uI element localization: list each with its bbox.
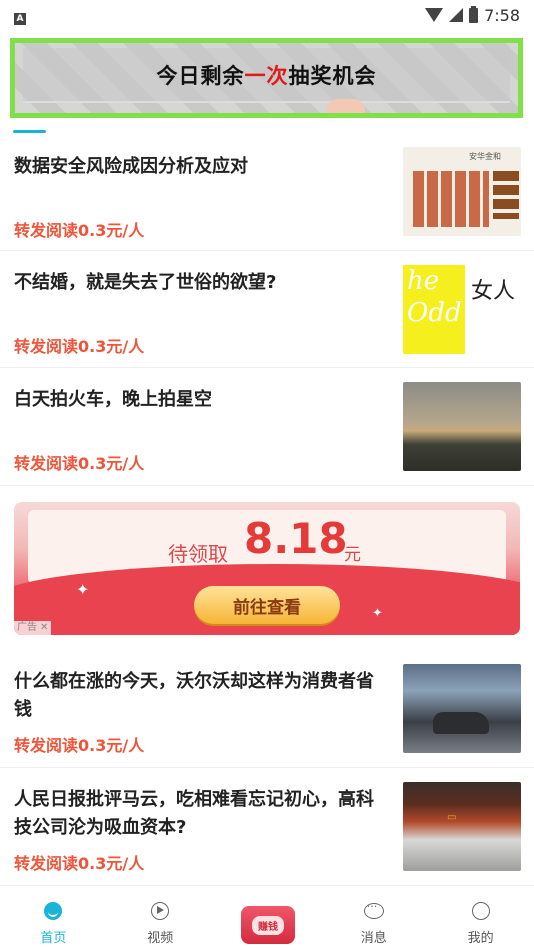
lottery-banner[interactable]: 今日剩余一次抽奖机会: [10, 38, 523, 118]
article-title: 不结婚，就是失去了世俗的欲望?: [14, 272, 277, 293]
nav-me-label: 我的: [467, 931, 494, 946]
thumbnail-header: 安华金和: [469, 152, 501, 161]
tab-indicator: [13, 130, 46, 133]
red-packet-ad[interactable]: 待领取 8.18 元 前往查看 ✦ ✦ 广告 ✕: [14, 502, 520, 635]
nav-home[interactable]: 首页: [0, 886, 107, 950]
article-item[interactable]: 不结婚，就是失去了世俗的欲望? 转发阅读0.3元/人 he Odd 女人: [0, 251, 534, 368]
sparkle-icon: ✦: [76, 580, 90, 599]
ad-amount-label: 待领取: [168, 542, 228, 566]
article-thumbnail: [403, 664, 521, 753]
hand-icon: [327, 99, 365, 113]
status-time: 7:58: [484, 5, 520, 25]
play-icon: [151, 902, 170, 920]
article-thumbnail: 安华金和: [403, 147, 521, 236]
article-reward: 转发阅读0.3元/人: [14, 854, 145, 873]
article-reward: 转发阅读0.3元/人: [14, 337, 145, 356]
nav-video[interactable]: 视频: [107, 886, 214, 950]
article-item[interactable]: 白天拍火车，晚上拍星空 转发阅读0.3元/人: [0, 368, 534, 486]
chat-bubble-icon: [363, 900, 384, 919]
article-item[interactable]: 什么都在涨的今天，沃尔沃却这样为消费者省钱 转发阅读0.3元/人: [0, 650, 534, 768]
article-thumbnail: he Odd 女人: [403, 265, 521, 354]
article-thumbnail: [403, 382, 521, 471]
ad-badge[interactable]: 广告 ✕: [14, 621, 52, 635]
wifi-icon: [425, 8, 444, 22]
ad-unit: 元: [344, 545, 361, 565]
nav-messages[interactable]: 消息: [320, 886, 427, 950]
ad-amount: 8.18: [244, 514, 348, 563]
earn-label: 赚钱: [252, 915, 284, 935]
view-now-button[interactable]: 前往查看: [194, 586, 340, 624]
profile-icon: [471, 902, 490, 920]
signal-icon: [449, 8, 464, 22]
home-icon: [44, 902, 63, 920]
status-bar: A 7:58: [0, 0, 534, 30]
nav-me[interactable]: 我的: [427, 886, 534, 950]
nav-messages-label: 消息: [360, 931, 387, 946]
nav-home-label: 首页: [40, 931, 67, 946]
article-reward: 转发阅读0.3元/人: [14, 221, 145, 240]
article-reward: 转发阅读0.3元/人: [14, 736, 145, 755]
article-title: 数据安全风险成因分析及应对: [14, 156, 248, 177]
article-item[interactable]: 人民日报批评马云，吃相难看忘记初心，高科技公司沦为吸血资本? 转发阅读0.3元/…: [0, 768, 534, 885]
nav-video-label: 视频: [147, 931, 174, 946]
article-thumbnail: ▭: [403, 782, 521, 871]
ad-close-icon[interactable]: ✕: [40, 621, 48, 635]
battery-icon: [469, 5, 479, 23]
banner-text: 今日剩余一次抽奖机会: [156, 63, 377, 88]
sparkle-icon: ✦: [372, 606, 383, 621]
earn-button[interactable]: 赚钱: [241, 906, 295, 944]
notification-icon: A: [14, 12, 26, 25]
article-item[interactable]: 数据安全风险成因分析及应对 转发阅读0.3元/人 安华金和: [0, 135, 534, 251]
article-reward: 转发阅读0.3元/人: [14, 454, 145, 473]
article-title: 什么都在涨的今天，沃尔沃却这样为消费者省钱: [14, 671, 374, 720]
article-title: 人民日报批评马云，吃相难看忘记初心，高科技公司沦为吸血资本?: [14, 789, 374, 838]
banner-highlight: 一次: [244, 63, 289, 88]
article-title: 白天拍火车，晚上拍星空: [14, 389, 212, 410]
